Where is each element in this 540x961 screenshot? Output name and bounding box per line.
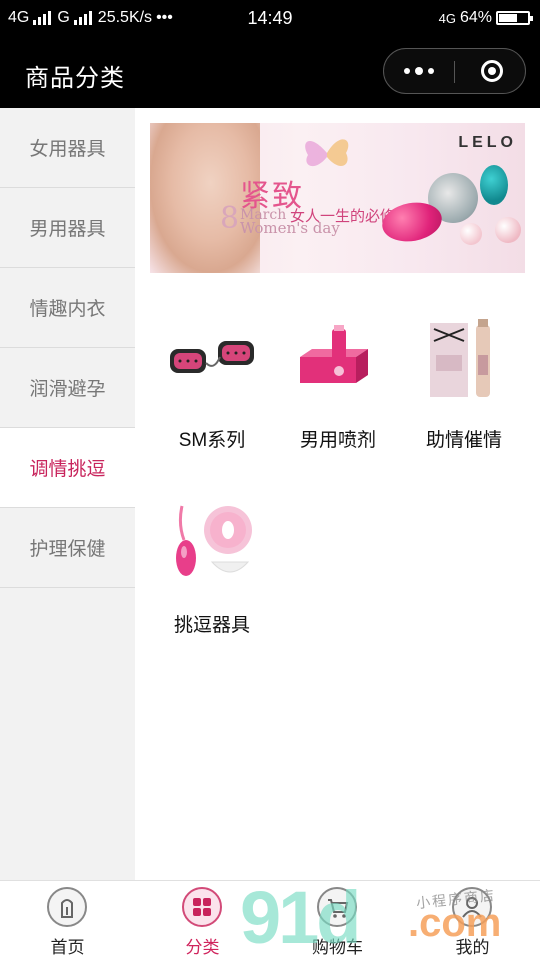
product-item-arousal[interactable]: 助情催情: [401, 293, 527, 463]
product-item-men-spray[interactable]: 男用喷剂: [275, 293, 401, 463]
battery-percent: 64%: [459, 9, 492, 26]
close-target-icon[interactable]: [481, 60, 503, 82]
banner-brand: LELO: [458, 134, 517, 151]
product-label: SM系列: [178, 430, 246, 451]
product-label: 男用喷剂: [299, 430, 376, 451]
product-item-teasing-tools[interactable]: 挑逗器具: [149, 478, 275, 648]
home-icon: [47, 887, 87, 927]
more-button[interactable]: [384, 49, 454, 93]
category-icon: [182, 887, 222, 927]
capsule-divider: [454, 61, 455, 83]
status-bar: 4G G 25.5K/s ••• 14:49 4G 64%: [0, 0, 540, 38]
more-dot-icon: [428, 68, 434, 74]
banner-womens-day: Women's day: [240, 219, 340, 237]
tab-label: 我的: [455, 938, 490, 957]
butterfly-icon: [305, 139, 349, 167]
tab-label: 分类: [185, 938, 220, 957]
sidebar-item-care[interactable]: 护理保健: [0, 508, 135, 588]
banner-product-teal: [480, 165, 508, 205]
product-label: 助情催情: [425, 430, 502, 451]
banner-product-ball: [495, 217, 521, 243]
profile-icon: [452, 887, 492, 927]
page-title: 商品分类: [25, 65, 125, 92]
tab-profile[interactable]: 我的: [405, 881, 540, 961]
tab-label: 购物车: [312, 938, 363, 957]
miniprogram-capsule: [383, 48, 526, 94]
sidebar-item-flirting[interactable]: 调情挑逗: [0, 428, 135, 508]
tab-cart[interactable]: 购物车: [270, 881, 405, 961]
sidebar-item-lubricant[interactable]: 润滑避孕: [0, 348, 135, 428]
tab-home[interactable]: 首页: [0, 881, 135, 961]
egg-vibrator-image: [176, 505, 252, 576]
network-label-3: 4G: [438, 10, 456, 26]
sidebar-item-lingerie[interactable]: 情趣内衣: [0, 268, 135, 348]
product-label: 挑逗器具: [173, 615, 250, 636]
status-right: 4G 64%: [438, 9, 533, 27]
battery-fill: [499, 14, 517, 22]
tab-bar: 首页 分类 购物车 我的: [0, 880, 540, 960]
spray-box-image: [300, 325, 368, 383]
promo-banner[interactable]: 8 紧致 March 女人一生的必修课 Women's day LELO: [150, 123, 525, 273]
sidebar-item-women[interactable]: 女用器具: [0, 108, 135, 188]
category-sidebar: 女用器具 男用器具 情趣内衣 润滑避孕 调情挑逗 护理保健: [0, 108, 135, 880]
product-item-sm[interactable]: SM系列: [149, 293, 275, 463]
banner-product-ball: [460, 223, 482, 245]
tab-category[interactable]: 分类: [135, 881, 270, 961]
more-dot-icon: [415, 67, 423, 75]
cart-icon: [317, 887, 357, 927]
nav-bar: 商品分类: [0, 38, 540, 108]
perfume-box-image: [430, 319, 490, 397]
category-content: 8 紧致 March 女人一生的必修课 Women's day LELO SM系…: [135, 108, 540, 880]
tab-label: 首页: [50, 938, 85, 957]
handcuffs-image: [170, 341, 254, 373]
more-dot-icon: [404, 68, 410, 74]
sidebar-item-men[interactable]: 男用器具: [0, 188, 135, 268]
banner-number: 8: [220, 201, 240, 236]
battery-icon: [496, 11, 533, 25]
